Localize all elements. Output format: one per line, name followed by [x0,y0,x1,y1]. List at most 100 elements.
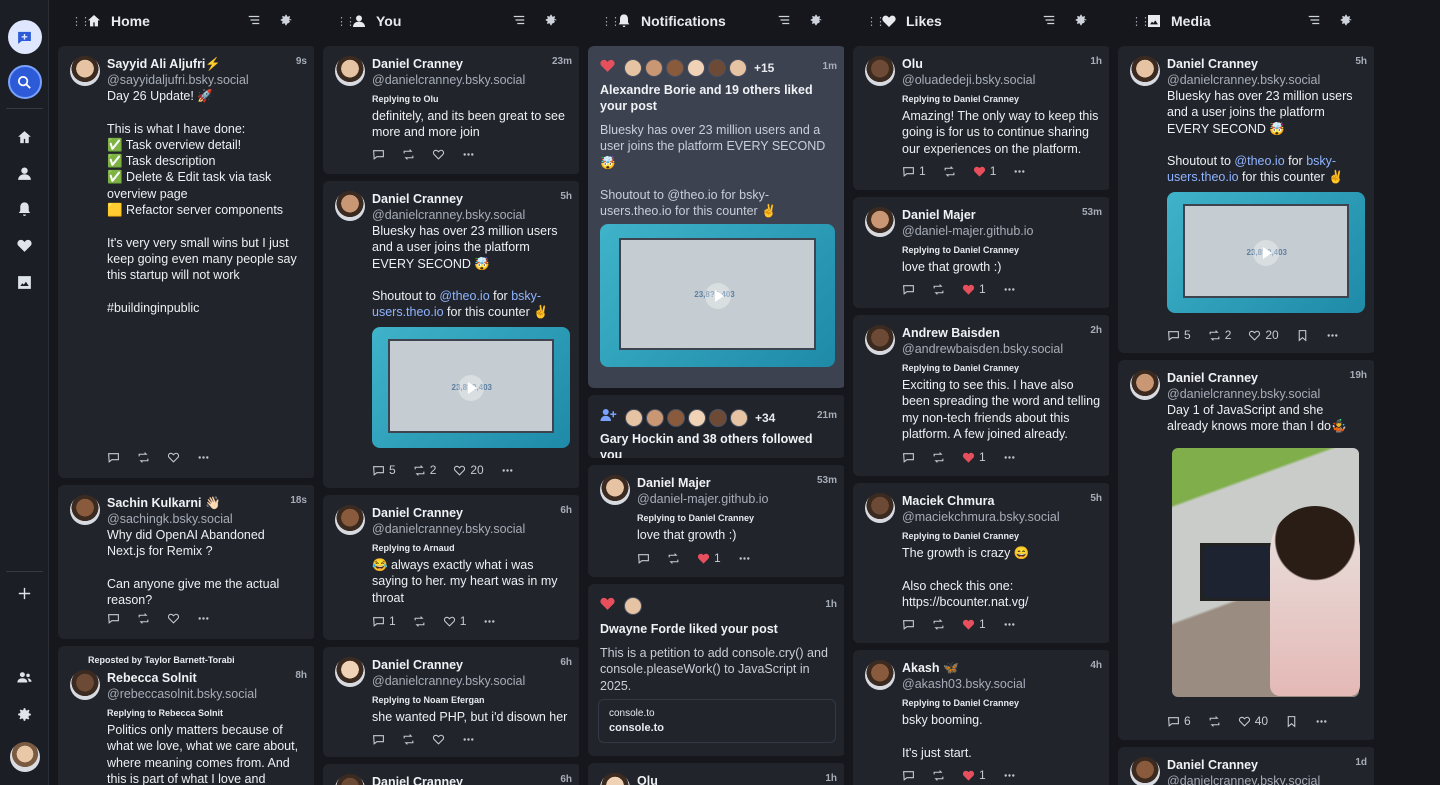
like-button[interactable] [432,733,445,746]
repost-button[interactable] [932,283,945,296]
repost-button[interactable] [137,451,150,464]
reply-button[interactable] [902,769,915,782]
like-button[interactable] [167,612,180,625]
like-button[interactable]: 40 [1238,714,1268,728]
reply-button[interactable] [902,618,915,631]
repost-button[interactable] [943,165,956,178]
sidebar-item-notifications[interactable] [0,192,49,226]
drag-handle[interactable]: ⋮⋮ [336,15,356,28]
filter-button[interactable] [777,13,793,29]
video-thumbnail[interactable]: 23,8?0,403 [600,224,835,367]
column-settings-button[interactable] [1074,13,1090,29]
column-settings-button[interactable] [279,13,295,29]
reply-button[interactable] [107,612,120,625]
sidebar-item-likes[interactable] [0,228,49,262]
post-card[interactable]: 1h Olu [588,763,844,785]
sidebar-item-media[interactable] [0,265,49,299]
reply-button[interactable] [902,283,915,296]
more-button[interactable] [1003,283,1016,296]
post-card[interactable]: 6h Daniel Cranney [323,764,579,785]
column-settings-button[interactable] [544,13,560,29]
more-button[interactable] [501,464,514,477]
post-card[interactable]: 4h Akash 🦋 @akash03.bsky.social Replying to… [853,650,1109,785]
post-card[interactable]: 1d Daniel Cranney @danielcranney.bsky.soci… [1118,747,1374,785]
repost-button[interactable] [932,769,945,782]
filter-button[interactable] [1307,13,1323,29]
repost-button[interactable] [932,451,945,464]
profile-avatar-button[interactable] [0,740,49,774]
reply-button[interactable]: 1 [902,164,926,178]
link-preview[interactable]: console.to console.to [598,699,836,743]
reply-button[interactable] [637,552,650,565]
like-button[interactable]: 1 [962,282,986,296]
repost-button[interactable] [137,612,150,625]
post-card[interactable]: 5h Maciek Chmura @maciekchmura.bsky.social… [853,483,1109,643]
more-button[interactable] [1003,769,1016,782]
post-card[interactable]: 5h Daniel Cranney @danielcranney.bsky.soci… [1118,46,1374,353]
drag-handle[interactable]: ⋮⋮ [866,15,886,28]
people-button[interactable] [0,660,49,694]
notification-card[interactable]: 1h Dwayne Forde liked your post This is a … [588,584,844,756]
play-icon[interactable] [1253,239,1279,266]
like-button[interactable]: 1 [962,450,986,464]
repost-button[interactable]: 2 [413,463,436,477]
post-card[interactable]: 5h Daniel Cranney @danielcranney.bsky.soci… [323,181,579,488]
drag-handle[interactable]: ⋮⋮ [601,15,621,28]
repost-button[interactable] [413,615,426,628]
bookmark-button[interactable] [1296,329,1309,342]
post-card[interactable]: 6h Daniel Cranney @danielcranney.bsky.soci… [323,647,579,757]
filter-button[interactable] [1042,13,1058,29]
post-card[interactable]: 19h Daniel Cranney @danielcranney.bsky.soc… [1118,360,1374,740]
column-settings-button[interactable] [1339,13,1355,29]
more-button[interactable] [1326,329,1339,342]
more-button[interactable] [1013,165,1026,178]
more-button[interactable] [462,733,475,746]
reply-button[interactable]: 5 [1167,328,1191,342]
post-card[interactable]: 53m Daniel Majer @daniel-majer.github.io Re… [853,197,1109,308]
sidebar-item-you[interactable] [0,156,49,190]
filter-button[interactable] [247,13,263,29]
post-card[interactable]: 9s Sayyid Ali Aljufri⚡ @sayyidaljufri.bsky… [58,46,314,478]
like-button[interactable]: 20 [453,463,484,477]
drag-handle[interactable]: ⋮⋮ [71,15,91,28]
filter-button[interactable] [512,13,528,29]
play-icon[interactable] [458,374,484,401]
more-button[interactable] [462,148,475,161]
more-button[interactable] [1003,618,1016,631]
notification-card[interactable]: +15 1m Alexandre Borie and 19 others liked… [588,46,844,388]
like-button[interactable]: 20 [1248,328,1279,342]
reply-button[interactable]: 6 [1167,714,1191,728]
like-button[interactable] [432,148,445,161]
post-card[interactable]: 18s Sachin Kulkarni 👋🏻 @sachingk.bsky.soci… [58,485,314,639]
like-button[interactable]: 1 [443,614,466,628]
more-button[interactable] [738,552,751,565]
photo[interactable] [1172,448,1360,697]
add-column-button[interactable] [0,576,49,610]
more-button[interactable] [483,615,496,628]
post-card[interactable]: 1h Olu @oluadedeji.bsky.social Replying to … [853,46,1109,190]
like-button[interactable] [167,451,180,464]
compose-button[interactable] [0,20,49,54]
more-button[interactable] [1315,715,1328,728]
like-button[interactable]: 1 [962,768,986,782]
like-button[interactable]: 1 [962,617,986,631]
reply-button[interactable] [372,733,385,746]
more-button[interactable] [1003,451,1016,464]
settings-button[interactable] [0,697,49,731]
like-button[interactable]: 1 [697,551,721,565]
reply-button[interactable]: 1 [372,614,396,628]
post-card[interactable]: 53m Daniel Majer @daniel-majer.github.io Re… [588,465,844,577]
bookmark-button[interactable] [1285,715,1298,728]
sidebar-item-home[interactable] [0,120,49,154]
mention-link[interactable]: @theo.io [1234,154,1284,168]
search-button[interactable] [0,65,49,99]
drag-handle[interactable]: ⋮⋮ [1131,15,1151,28]
more-button[interactable] [197,612,210,625]
post-card[interactable]: Reposted by Taylor Barnett-Torabi 8h Rebec… [58,646,314,785]
reply-button[interactable] [107,451,120,464]
like-button[interactable]: 1 [973,164,996,178]
reply-button[interactable] [902,451,915,464]
more-button[interactable] [197,451,210,464]
play-icon[interactable] [704,282,731,309]
post-card[interactable]: 6h Daniel Cranney @danielcranney.bsky.soci… [323,495,579,640]
